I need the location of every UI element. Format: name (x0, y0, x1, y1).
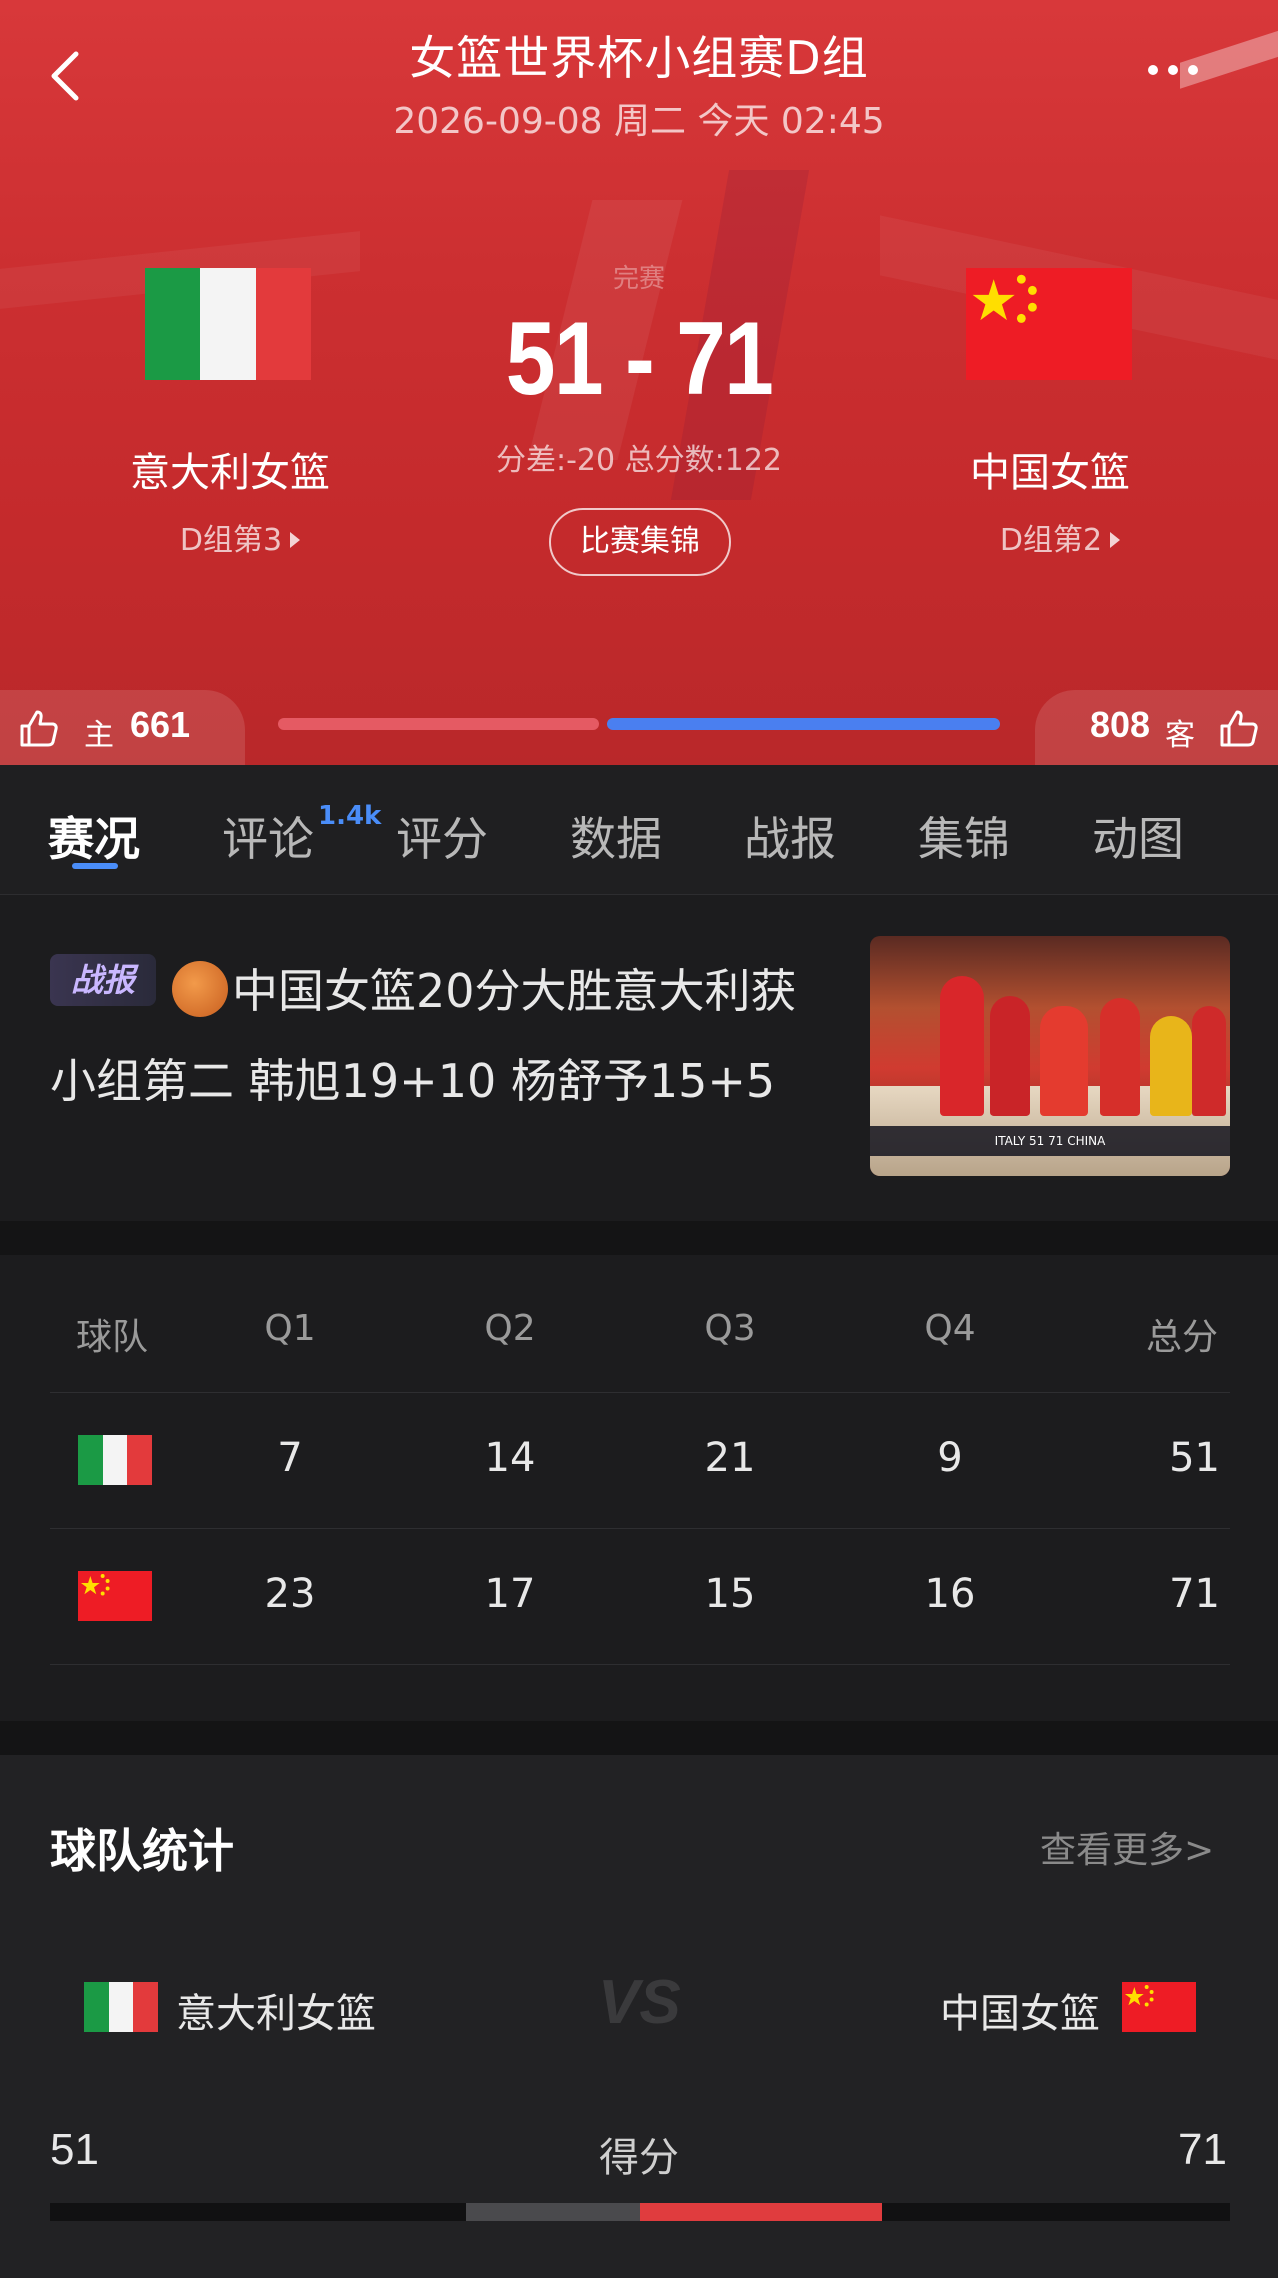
see-more-link[interactable]: 查看更多> (1040, 1821, 1214, 1873)
tab-live[interactable]: 赛况 (48, 803, 140, 869)
tab-gifs[interactable]: 动图 (1092, 803, 1184, 869)
table-row: 23 17 15 16 71 (50, 1528, 1230, 1664)
italy-flag-icon (84, 1982, 158, 2032)
section-divider (0, 1721, 1278, 1755)
china-flag-icon (1122, 1982, 1196, 2032)
section-title: 球队统计 (50, 1824, 234, 1878)
home-support-bar (278, 718, 599, 730)
china-flag-icon (78, 1571, 152, 1621)
col-header-q1: Q1 (264, 1308, 316, 1349)
tab-highlights[interactable]: 集锦 (918, 803, 1010, 869)
away-team-name[interactable]: 中国女篮 (900, 440, 1200, 498)
highlights-button[interactable]: 比赛集锦 (549, 508, 731, 576)
thumbs-up-icon (20, 710, 58, 747)
thumbs-up-icon (1220, 710, 1258, 747)
news-thumbnail: ITALY 51 71 CHINA (870, 936, 1230, 1176)
team-stats-section: 球队统计 查看更多> 意大利女篮 VS 中国女篮 51 得分 71 (0, 1755, 1278, 2278)
away-stat-value: 71 (1178, 2125, 1227, 2174)
col-header-q4: Q4 (924, 1308, 976, 1349)
home-team-rank[interactable]: D组第3 (90, 515, 390, 559)
q4-score: 9 (937, 1435, 963, 1481)
q3-score: 21 (704, 1435, 756, 1481)
home-stat-fill (466, 2203, 640, 2221)
vs-icon: VS (598, 1968, 681, 2037)
q1-score: 23 (264, 1571, 316, 1617)
tab-ratings[interactable]: 评分 (396, 803, 488, 869)
caret-right-icon (290, 532, 301, 548)
home-team-name: 意大利女篮 (176, 1991, 376, 2037)
away-support-bar (607, 718, 1000, 730)
q1-score: 7 (277, 1435, 303, 1481)
col-header-q2: Q2 (484, 1308, 536, 1349)
table-divider (50, 1664, 1230, 1665)
italy-flag-icon (78, 1435, 152, 1485)
support-row: 主 661 808 客 (0, 690, 1278, 765)
home-support-button[interactable]: 主 661 (0, 690, 245, 765)
q3-score: 15 (704, 1571, 756, 1617)
section-divider (0, 1221, 1278, 1255)
away-stat-fill (640, 2203, 882, 2221)
tab-data[interactable]: 数据 (570, 803, 662, 869)
comments-count-badge: 1.4k (318, 801, 382, 831)
tab-report[interactable]: 战报 (744, 803, 836, 869)
away-team-name: 中国女篮 (940, 1991, 1100, 2037)
report-tag-badge: 战报 (50, 954, 156, 1006)
q2-score: 17 (484, 1571, 536, 1617)
col-header-total: 总分 (1145, 1317, 1218, 1358)
more-dots-icon (1148, 65, 1158, 75)
col-header-team: 球队 (76, 1317, 149, 1358)
away-support-label: 客 (1165, 718, 1195, 753)
q2-score: 14 (484, 1435, 536, 1481)
basketball-icon (172, 961, 228, 1017)
more-button[interactable] (1148, 60, 1228, 90)
page-title: 女篮世界杯小组赛D组 (409, 31, 869, 85)
news-headline: 中国女篮20分大胜意大利获小组第二 韩旭19+10 杨舒予15+5 (50, 946, 810, 1126)
stat-label: 得分 (599, 2135, 679, 2181)
stat-comparison-bar (50, 2203, 1230, 2221)
table-row: 7 14 21 9 51 (50, 1392, 1230, 1528)
match-datetime: 2026-09-08 周二 今天 02:45 (393, 101, 885, 142)
tab-bar: 赛况 评论 1.4k 评分 数据 战报 集锦 动图 (0, 765, 1278, 895)
q4-score: 16 (924, 1571, 976, 1617)
china-flag-icon[interactable] (966, 268, 1132, 380)
thumbnail-scorebar: ITALY 51 71 CHINA (870, 1126, 1230, 1156)
col-header-q3: Q3 (704, 1308, 756, 1349)
away-team-rank[interactable]: D组第2 (910, 515, 1210, 559)
active-tab-indicator (72, 863, 118, 869)
news-card[interactable]: 中国女篮20分大胜意大利获小组第二 韩旭19+10 杨舒予15+5 战报 ITA… (0, 896, 1278, 1221)
away-support-button[interactable]: 808 客 (1035, 690, 1278, 765)
quarter-score-table: 球队 Q1 Q2 Q3 Q4 总分 7 14 21 9 51 23 17 15 … (0, 1256, 1278, 1721)
home-support-count: 661 (130, 704, 191, 745)
match-header: 女篮世界杯小组赛D组 2026-09-08 周二 今天 02:45 意大利女篮 … (0, 0, 1278, 765)
total-score: 71 (1169, 1571, 1220, 1617)
tab-comments[interactable]: 评论 (222, 803, 314, 869)
away-support-count: 808 (1090, 704, 1151, 745)
total-score: 51 (1169, 1435, 1220, 1481)
home-support-label: 主 (84, 718, 114, 753)
caret-right-icon (1110, 532, 1121, 548)
